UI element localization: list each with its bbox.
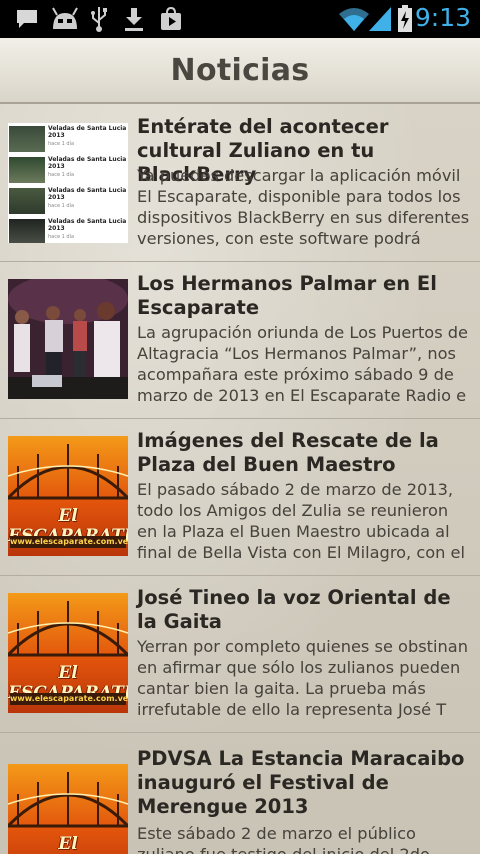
thumb-row-title: Veladas de Santa Lucia 2013 xyxy=(48,187,127,201)
wifi-icon xyxy=(338,6,370,32)
escaparate-logo: El ESCAPARATE www.elescaparate.com.ve xyxy=(8,436,128,556)
battery-charging-icon xyxy=(396,5,414,32)
news-item[interactable]: El ESCAPARATE www.elescaparate.com.ve PD… xyxy=(0,732,480,854)
escaparate-logo: El ESCAPARATE www.elescaparate.com.ve xyxy=(8,764,128,854)
news-thumbnail xyxy=(8,279,128,399)
news-item[interactable]: Veladas de Santa Lucia 2013 hace 1 día Ve… xyxy=(0,104,480,262)
news-excerpt: Este sábado 2 de marzo el público zulian… xyxy=(137,824,430,854)
news-title[interactable]: Imágenes del Rescate de la Plaza del Bue… xyxy=(137,429,472,477)
logo-url: www.elescaparate.com.ve xyxy=(10,693,128,705)
thumb-row-sub: hace 1 día xyxy=(48,172,75,178)
news-item[interactable]: El ESCAPARATE www.elescaparate.com.ve Jo… xyxy=(0,575,480,733)
play-store-icon xyxy=(158,6,184,32)
clock: 9:13 xyxy=(414,3,471,32)
thumb-row-title: Veladas de Santa Lucia 2013 xyxy=(48,156,127,170)
android-icon xyxy=(50,6,80,32)
usb-icon xyxy=(88,6,110,32)
chat-icon xyxy=(14,6,40,32)
news-excerpt: Yerran por completo quienes se obstinan … xyxy=(137,637,468,719)
thumb-row-title: Veladas de Santa Lucia 2013 xyxy=(48,125,127,139)
news-title[interactable]: José Tineo la voz Oriental de la Gaita xyxy=(137,586,472,634)
news-list[interactable]: Veladas de Santa Lucia 2013 hace 1 día Ve… xyxy=(0,104,480,854)
news-thumbnail: Veladas de Santa Lucia 2013 hace 1 día Ve… xyxy=(8,123,128,243)
thumb-row-sub: hace 1 día xyxy=(48,234,75,240)
thumb-row-sub: hace 1 día xyxy=(48,141,75,147)
news-title[interactable]: PDVSA La Estancia Maracaibo inauguró el … xyxy=(137,747,472,819)
news-excerpt: Ya puedes descargar la aplicación móvil … xyxy=(137,166,470,248)
logo-brand: El ESCAPARATE xyxy=(58,834,78,854)
logo-url: www.elescaparate.com.ve xyxy=(10,536,128,548)
signal-icon xyxy=(368,6,392,32)
news-item[interactable]: El ESCAPARATE www.elescaparate.com.ve Im… xyxy=(0,418,480,576)
page-title: Noticias xyxy=(170,52,310,88)
download-icon xyxy=(122,6,146,32)
thumb-row-title: Veladas de Santa Lucia 2013 xyxy=(48,218,127,232)
news-excerpt: La agrupación oriunda de Los Puertos de … xyxy=(137,323,469,405)
status-bar: 9:13 xyxy=(0,0,480,38)
app-header: Noticias xyxy=(0,38,480,104)
escaparate-logo: El ESCAPARATE www.elescaparate.com.ve xyxy=(8,593,128,713)
thumb-row-sub: hace 1 día xyxy=(48,203,75,209)
news-title[interactable]: Los Hermanos Palmar en El Escaparate xyxy=(137,272,472,320)
news-item[interactable]: Los Hermanos Palmar en El Escaparate La … xyxy=(0,261,480,419)
news-excerpt: El pasado sábado 2 de marzo de 2013, tod… xyxy=(137,480,465,562)
